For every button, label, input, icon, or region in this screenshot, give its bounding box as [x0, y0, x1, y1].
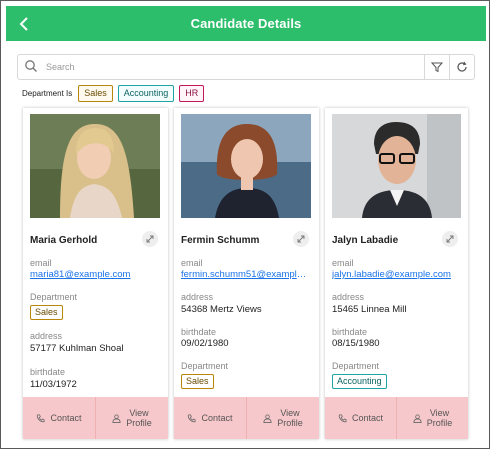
department-badge: Sales — [181, 374, 214, 389]
app-header: Candidate Details — [6, 6, 486, 41]
candidate-card: Maria Gerhold email maria81@example.com … — [23, 108, 168, 439]
email-link[interactable]: maria81@example.com — [30, 269, 160, 280]
address-label: address — [30, 331, 63, 341]
filter-chip-sales[interactable]: Sales — [78, 84, 113, 102]
filter-bar: Department Is Sales Accounting HR — [22, 84, 209, 102]
email-label: email — [332, 258, 354, 268]
address-value: 54368 Mertz Views — [181, 304, 262, 315]
birthdate-label: birthdate — [30, 367, 66, 377]
candidate-name: Fermin Schumm — [181, 235, 260, 246]
candidate-photo — [30, 114, 160, 218]
card-action-bar: Contact View Profile — [174, 397, 319, 439]
expand-icon — [297, 235, 305, 243]
email-label: email — [181, 258, 203, 268]
user-icon — [263, 413, 272, 423]
birthdate-label: birthdate — [332, 327, 368, 337]
view-profile-button[interactable]: View Profile — [95, 397, 168, 439]
phone-icon — [338, 413, 347, 422]
profile-label: Profile — [277, 418, 303, 428]
email-link[interactable]: fermin.schumm51@example.com — [181, 269, 311, 280]
department-label: Department — [30, 292, 78, 302]
card-action-bar: Contact View Profile — [325, 397, 468, 439]
department-label: Department — [181, 361, 229, 371]
view-profile-button[interactable]: View Profile — [246, 397, 319, 439]
filter-button[interactable] — [424, 55, 449, 79]
phone-icon — [188, 413, 196, 422]
contact-label: Contact — [50, 413, 82, 423]
view-label: View — [429, 408, 450, 418]
address-label: address — [332, 292, 365, 302]
user-icon — [112, 413, 121, 423]
birthdate-value: 11/03/1972 — [30, 379, 77, 390]
address-value: 15465 Linnea Mill — [332, 304, 407, 315]
contact-button[interactable]: Contact — [325, 397, 396, 439]
search-bar — [17, 54, 475, 80]
expand-icon — [146, 235, 154, 243]
contact-button[interactable]: Contact — [174, 397, 246, 439]
candidate-photo — [332, 114, 461, 218]
address-label: address — [181, 292, 214, 302]
contact-label: Contact — [201, 413, 233, 423]
expand-button[interactable] — [293, 231, 309, 247]
candidate-card: Fermin Schumm email fermin.schumm51@exam… — [174, 108, 319, 439]
profile-label: Profile — [126, 418, 152, 428]
back-button[interactable] — [12, 11, 36, 36]
candidate-name: Maria Gerhold — [30, 235, 98, 246]
search-input[interactable] — [44, 57, 408, 77]
page-title: Candidate Details — [190, 16, 302, 31]
candidate-card: Jalyn Labadie email jalyn.labadie@exampl… — [325, 108, 468, 439]
email-label: email — [30, 258, 52, 268]
filter-icon — [431, 62, 443, 73]
phone-icon — [37, 413, 45, 422]
refresh-button[interactable] — [449, 55, 474, 79]
filter-label: Department Is — [22, 88, 73, 98]
expand-button[interactable] — [142, 231, 158, 247]
birthdate-label: birthdate — [181, 327, 217, 337]
candidate-photo — [181, 114, 311, 218]
search-icon — [25, 60, 37, 72]
department-badge: Sales — [30, 305, 63, 320]
expand-icon — [446, 235, 454, 243]
contact-button[interactable]: Contact — [23, 397, 95, 439]
expand-button[interactable] — [442, 231, 458, 247]
app-frame: Candidate Details Department Is Sales Ac… — [0, 0, 490, 449]
address-value: 57177 Kuhlman Shoal — [30, 343, 124, 354]
refresh-icon — [457, 61, 467, 72]
email-link[interactable]: jalyn.labadie@example.com — [332, 269, 462, 280]
birthdate-value: 09/02/1980 — [181, 338, 229, 349]
candidate-name: Jalyn Labadie — [332, 235, 399, 246]
profile-label: Profile — [426, 418, 453, 428]
view-label: View — [129, 408, 149, 418]
filter-chip-accounting[interactable]: Accounting — [117, 84, 175, 102]
department-label: Department — [332, 361, 380, 371]
filter-chip-hr[interactable]: HR — [179, 84, 205, 102]
view-label: View — [280, 408, 300, 418]
birthdate-value: 08/15/1980 — [332, 338, 380, 349]
contact-label: Contact — [351, 413, 384, 423]
user-icon — [413, 413, 422, 423]
chevron-left-icon — [19, 16, 28, 31]
department-badge: Accounting — [332, 374, 387, 389]
view-profile-button[interactable]: View Profile — [396, 397, 468, 439]
card-action-bar: Contact View Profile — [23, 397, 168, 439]
